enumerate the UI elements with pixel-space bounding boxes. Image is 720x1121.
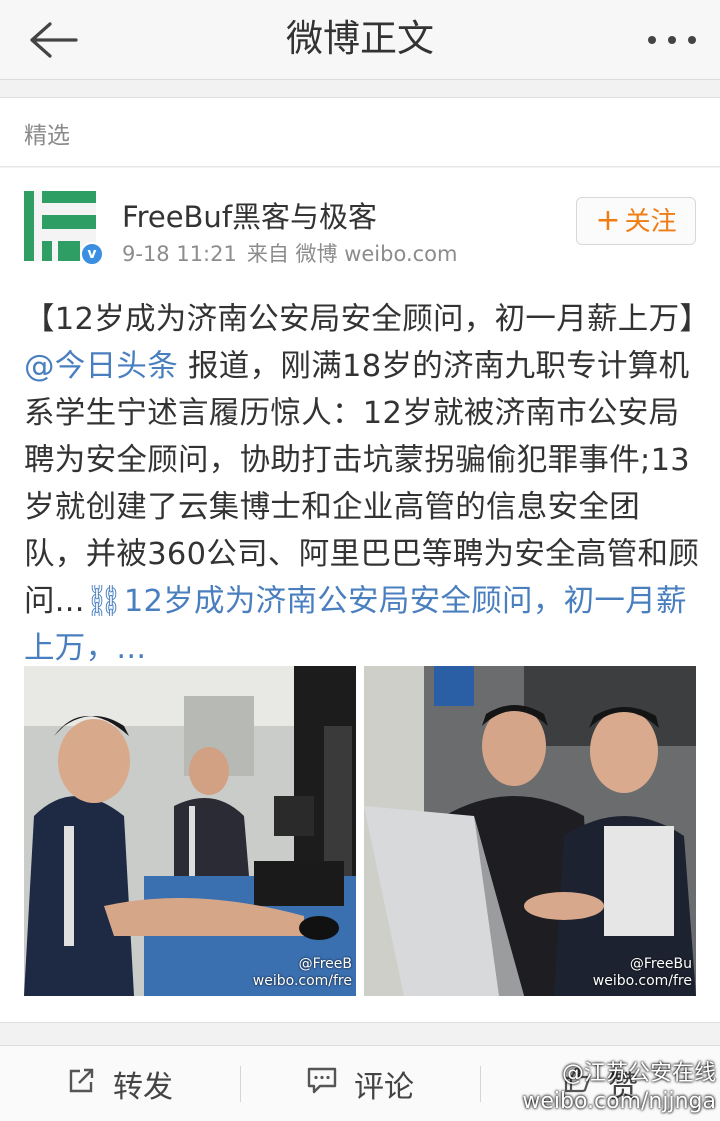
comment-icon [306, 1065, 338, 1103]
verified-badge-icon: v [80, 242, 104, 266]
follow-button[interactable]: + 关注 [576, 197, 696, 245]
more-dots-icon [648, 36, 656, 44]
section-header: 精选 [0, 97, 720, 167]
article-link-text: 12岁成为济南公安局安全顾问，初一月薪上万，... [24, 584, 687, 666]
top-bar: 微博正文 [0, 0, 720, 80]
photo-students-computers [24, 666, 356, 996]
repost-icon [67, 1065, 97, 1103]
image-watermark-2: @FreeBu weibo.com/fre [592, 956, 692, 989]
photo-students-laptop [364, 666, 696, 996]
author-name[interactable]: FreeBuf黑客与极客 [122, 194, 377, 236]
article-link[interactable]: ⛓12岁成为济南公安局安全顾问，初一月薪上万，... [24, 584, 687, 666]
post-source: 来自 微博 weibo.com [246, 242, 458, 266]
image-watermark-1: @FreeB weibo.com/fre [252, 956, 352, 989]
repost-button[interactable]: 转发 [0, 1046, 240, 1121]
plus-icon: + [595, 203, 621, 238]
section-label: 精选 [24, 123, 70, 149]
page-title: 微博正文 [286, 17, 434, 60]
more-button[interactable] [644, 18, 700, 62]
post-image-1[interactable]: @FreeB weibo.com/fre [24, 666, 356, 996]
repost-label: 转发 [113, 1070, 173, 1105]
follow-label: 关注 [624, 207, 677, 237]
comment-label: 评论 [354, 1070, 414, 1105]
post-meta: 9-18 11:21 来自 微博 weibo.com [122, 238, 467, 268]
mention-link[interactable]: @今日头条 [24, 349, 178, 384]
comment-button[interactable]: 评论 [240, 1046, 480, 1121]
page-watermark: @江苏公安在线 weibo.com/njjnga [522, 1061, 716, 1114]
post-text: 【12岁成为济南公安局安全顾问，初一月薪上万】 @今日头条 报道，刚满18岁的济南… [24, 296, 710, 672]
post-headline: 【12岁成为济南公安局安全顾问，初一月薪上万】 [24, 302, 711, 337]
post-time: 9-18 11:21 [122, 242, 237, 266]
post-image-2[interactable]: @FreeBu weibo.com/fre [364, 666, 696, 996]
link-icon: ⛓ [84, 584, 124, 619]
post-body: 报道，刚满18岁的济南九职专计算机系学生宁述言履历惊人：12岁就被济南市公安局聘… [24, 349, 700, 619]
